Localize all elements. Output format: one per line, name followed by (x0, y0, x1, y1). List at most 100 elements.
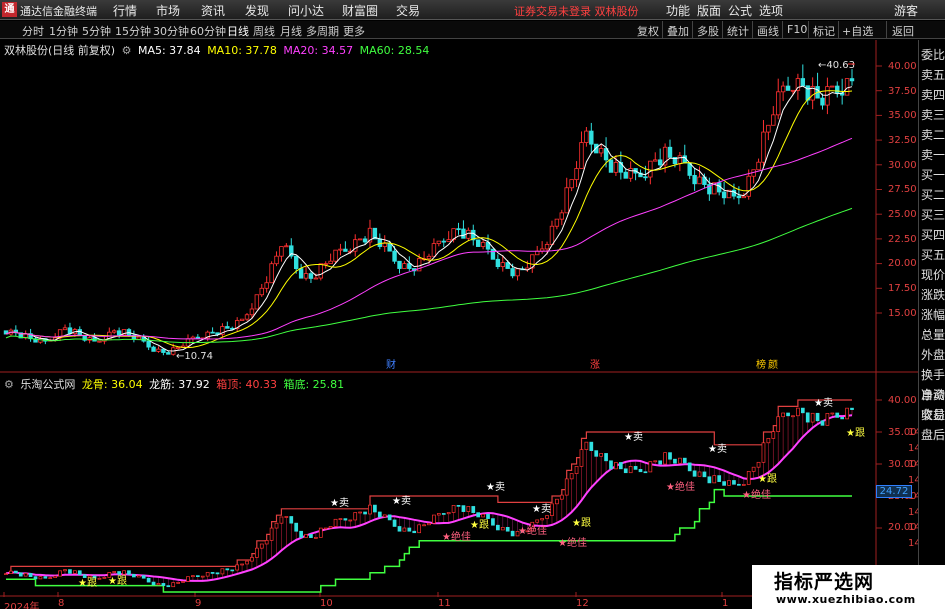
sub-candle (510, 530, 515, 537)
sub-candle (343, 518, 348, 521)
sub-candle (500, 526, 505, 531)
candle-body (136, 336, 142, 340)
sub-candle (574, 466, 579, 474)
sub-candle (215, 572, 220, 575)
sub-candle (540, 518, 544, 521)
sub-candle (584, 441, 589, 450)
candle-body (756, 161, 761, 171)
sub-candle (141, 575, 146, 579)
candle-body (574, 168, 579, 181)
sub-candle (805, 412, 810, 423)
sub-candle (432, 514, 436, 524)
candle-body (653, 159, 658, 162)
sub-candle (377, 511, 382, 518)
right-panel-item[interactable]: 买五 (921, 246, 945, 263)
sub-candle (254, 547, 259, 558)
sub-candle (825, 413, 830, 426)
candle-body (456, 228, 461, 231)
low-price-label: ←10.74 (176, 351, 213, 362)
sub-candle (643, 471, 648, 474)
candle-body (461, 228, 466, 239)
main-annotations: ←40.63 ←10.74 财 涨 榜颜 (176, 60, 855, 371)
candle-body (549, 225, 555, 245)
candle-body (766, 124, 771, 133)
sub-candle (348, 519, 353, 522)
stock-name-label[interactable]: 双林股份(日线 前复权) (4, 44, 115, 57)
right-panel-item[interactable]: 现价 (921, 266, 945, 283)
right-panel-item[interactable]: 自动 (921, 386, 945, 403)
sub-candle (466, 506, 471, 512)
candle-body (761, 131, 766, 163)
main-ytick: 35.00 (888, 110, 917, 121)
candle-body (736, 195, 742, 199)
candle-body (116, 330, 122, 336)
sub-candle (781, 412, 785, 418)
sub-candle (618, 462, 623, 470)
sub-gear-icon[interactable]: ⚙ (4, 378, 14, 391)
watermark-url: www.xuezhibiao.com (776, 593, 916, 606)
candle-body (495, 258, 501, 268)
candle-body (515, 268, 520, 277)
candle-body (800, 78, 806, 87)
sub-candle (412, 530, 417, 534)
right-panel-item[interactable]: 卖四 (921, 86, 945, 103)
sub-candle (28, 572, 33, 577)
sub-candle (417, 524, 422, 534)
right-panel-item[interactable]: 总量 (921, 326, 945, 343)
right-panel-item[interactable]: 卖二 (921, 126, 945, 143)
right-panel-item[interactable]: 盘后 (921, 426, 945, 443)
right-panel-item[interactable]: 涨跌 (921, 286, 945, 303)
sub-candle (756, 461, 761, 468)
sub-candle (840, 417, 845, 420)
sub-candle (845, 407, 849, 420)
x-label: 8 (58, 598, 65, 609)
sub-candle (132, 574, 136, 578)
kline-chart[interactable]: ←40.63←10.74财涨榜颜 ★卖 ★卖★卖★卖★卖★卖★卖★跟 ★跟★跟 ★跟★… (0, 0, 918, 597)
right-panel-item[interactable]: 卖五 (921, 66, 945, 83)
sub-candle (422, 524, 426, 527)
legend-gear-icon[interactable]: ⚙ (122, 44, 132, 57)
candle-body (264, 282, 269, 289)
right-panel-item[interactable]: 外盘 (921, 346, 945, 363)
candle-body (446, 239, 451, 243)
right-panel-item[interactable]: 换手 (921, 366, 945, 383)
candle-body (249, 308, 255, 316)
sub-candle (127, 570, 131, 575)
right-panel-item[interactable]: 卖三 (921, 106, 945, 123)
sub-candle (13, 570, 18, 574)
right-panel-item[interactable]: 买二 (921, 186, 945, 203)
sub-candle (633, 466, 638, 470)
x-label: 10 (320, 598, 333, 609)
sub-candle (471, 506, 476, 513)
right-panel-item[interactable]: 交易 (921, 406, 945, 423)
sub-candle (737, 483, 741, 486)
right-panel-item[interactable]: 买三 (921, 206, 945, 223)
sub-candle (722, 481, 726, 486)
sub-candle (820, 420, 825, 426)
right-panel-item[interactable]: 卖一 (921, 146, 945, 163)
sub-candle (776, 416, 781, 432)
right-panel-item[interactable]: 委比 (921, 46, 945, 63)
sub-ytick: 40.00 (888, 395, 917, 406)
right-panel-item[interactable]: 涨幅 (921, 306, 945, 323)
main-candles (3, 64, 855, 356)
sub-candle (4, 573, 8, 575)
sub-candle (274, 522, 279, 529)
sub-candle (97, 577, 102, 580)
candle-body (510, 268, 515, 277)
right-quote-panel: 委比 卖五 卖四 卖三 卖二 卖一 买一 买二 买三 买四 买五 现价 涨跌 涨幅 总量 外盘 换手 净资 收益 自动… (918, 40, 945, 609)
sub-candle (250, 557, 254, 562)
right-panel-item[interactable]: 买四 (921, 226, 945, 243)
sub-candle (766, 438, 771, 444)
candle-body (195, 336, 201, 339)
candle-body (692, 174, 697, 185)
sub-indicator-name[interactable]: 乐淘公式网 (20, 378, 75, 391)
sub-candle (707, 476, 712, 484)
candle-body (844, 78, 850, 96)
right-panel-item[interactable]: 买一 (921, 166, 945, 183)
candle-body (579, 142, 584, 169)
ma10-label: MA10: 37.78 (207, 44, 277, 57)
sub-candle (682, 457, 687, 464)
sell-signal: ★卖 (392, 495, 411, 507)
sub-candle (102, 577, 107, 579)
